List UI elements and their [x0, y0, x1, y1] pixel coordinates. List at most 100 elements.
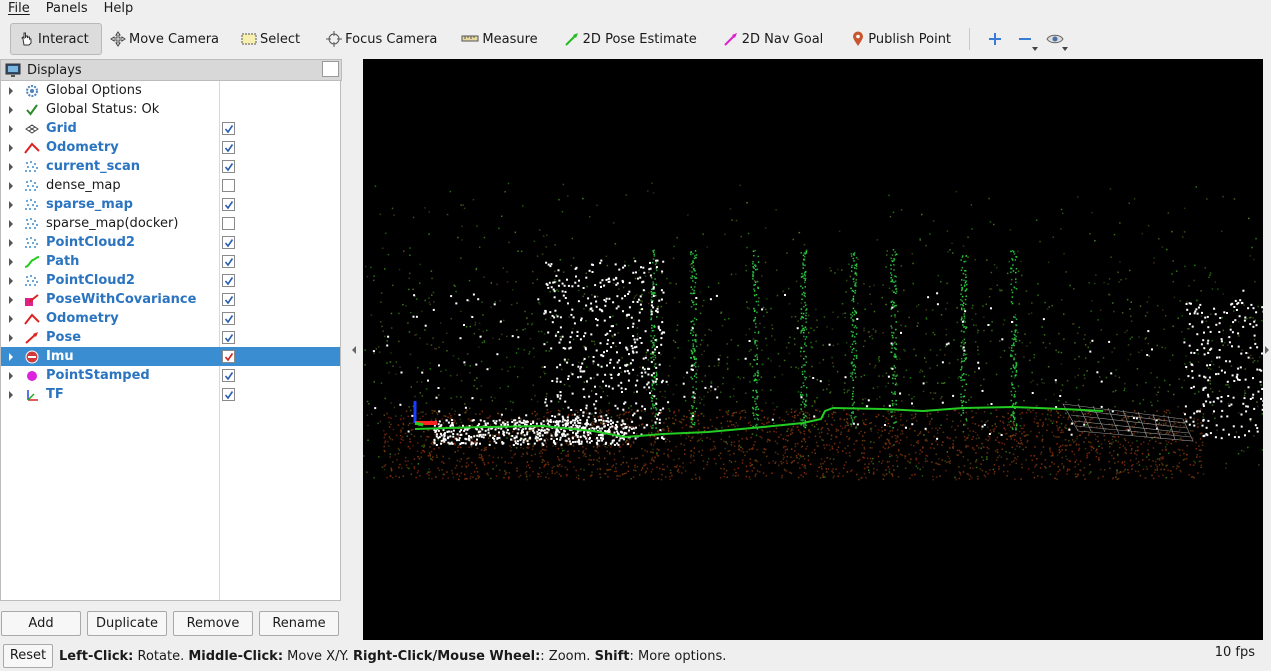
- hint-middle-click-key: Middle-Click:: [188, 648, 284, 664]
- add-button[interactable]: Add: [1, 611, 81, 636]
- displays-panel-header: Displays: [0, 59, 342, 81]
- duplicate-button[interactable]: Duplicate: [87, 611, 167, 636]
- menu-panels[interactable]: Panels: [38, 0, 96, 18]
- enable-checkbox[interactable]: [222, 388, 235, 401]
- point-stamped-icon: [23, 368, 41, 384]
- enable-checkbox[interactable]: [222, 160, 235, 173]
- pointcloud-icon: [23, 235, 41, 251]
- display-item-label: current_scan: [46, 159, 141, 174]
- expand-arrow-icon[interactable]: [9, 352, 13, 361]
- enable-checkbox[interactable]: [222, 350, 235, 363]
- menu-file[interactable]: File: [0, 0, 38, 18]
- crosshair-icon: [326, 31, 343, 47]
- display-item-odometry[interactable]: Odometry: [1, 138, 340, 157]
- expand-arrow-icon[interactable]: [9, 124, 13, 133]
- expand-arrow-icon[interactable]: [9, 295, 13, 304]
- publish-point-tool[interactable]: Publish Point: [843, 23, 959, 55]
- expand-arrow-icon[interactable]: [9, 200, 13, 209]
- enable-checkbox[interactable]: [222, 198, 235, 211]
- display-item-dense-map[interactable]: dense_map: [1, 176, 340, 195]
- measure-tool[interactable]: Measure: [453, 23, 545, 55]
- display-item-imu[interactable]: Imu: [1, 347, 340, 366]
- display-item-grid[interactable]: Grid: [1, 119, 340, 138]
- hint-left-click-text: Rotate.: [133, 648, 189, 664]
- view-options-button[interactable]: [1040, 23, 1070, 55]
- enable-checkbox[interactable]: [222, 331, 235, 344]
- displays-title: Displays: [27, 62, 82, 78]
- remove-button[interactable]: Remove: [173, 611, 253, 636]
- hint-shift-key: Shift: [594, 648, 630, 664]
- focus-camera-tool[interactable]: Focus Camera: [318, 23, 445, 55]
- eye-icon: [1046, 34, 1064, 44]
- move-camera-label: Move Camera: [129, 31, 220, 47]
- display-item-posewithcovariance[interactable]: PoseWithCovariance: [1, 290, 340, 309]
- enable-checkbox[interactable]: [222, 236, 235, 249]
- enable-checkbox[interactable]: [222, 122, 235, 135]
- expand-arrow-icon[interactable]: [9, 314, 13, 323]
- hint-right-click-text: : Zoom.: [540, 648, 595, 664]
- path-icon: [23, 254, 41, 270]
- display-item-pointstamped[interactable]: PointStamped: [1, 366, 340, 385]
- expand-arrow-icon[interactable]: [9, 143, 13, 152]
- display-item-pointcloud2[interactable]: PointCloud2: [1, 271, 340, 290]
- pointcloud-icon: [23, 159, 41, 175]
- expand-arrow-icon[interactable]: [9, 105, 13, 114]
- display-item-label: sparse_map(docker): [46, 216, 179, 231]
- expand-arrow-icon[interactable]: [9, 238, 13, 247]
- status-bar: Reset Left-Click: Rotate. Middle-Click: …: [0, 641, 1271, 671]
- enable-checkbox[interactable]: [222, 217, 235, 230]
- display-item-global-status-ok[interactable]: Global Status: Ok: [1, 100, 340, 119]
- expand-arrow-icon[interactable]: [9, 276, 13, 285]
- expand-arrow-icon[interactable]: [9, 371, 13, 380]
- display-item-label: Pose: [46, 330, 82, 345]
- display-item-label: Grid: [46, 121, 77, 136]
- display-item-global-options[interactable]: Global Options: [1, 81, 340, 100]
- tf-icon: [23, 387, 41, 403]
- display-item-label: sparse_map: [46, 197, 133, 212]
- enable-checkbox[interactable]: [222, 255, 235, 268]
- panel-splitter[interactable]: [342, 59, 362, 641]
- expand-arrow-icon[interactable]: [9, 86, 13, 95]
- rename-button[interactable]: Rename: [259, 611, 339, 636]
- enable-checkbox[interactable]: [222, 179, 235, 192]
- display-item-odometry[interactable]: Odometry: [1, 309, 340, 328]
- remove-tool-button[interactable]: [1010, 23, 1040, 55]
- reset-button[interactable]: Reset: [3, 644, 53, 668]
- add-tool-button[interactable]: [980, 23, 1010, 55]
- expand-arrow-icon[interactable]: [9, 333, 13, 342]
- select-tool[interactable]: Select: [233, 23, 308, 55]
- display-item-label: Global Status: Ok: [46, 102, 160, 117]
- display-item-pose[interactable]: Pose: [1, 328, 340, 347]
- expand-arrow-icon[interactable]: [9, 162, 13, 171]
- expand-arrow-icon[interactable]: [9, 181, 13, 190]
- enable-checkbox[interactable]: [222, 141, 235, 154]
- pose-estimate-tool[interactable]: 2D Pose Estimate: [556, 23, 705, 55]
- menu-help[interactable]: Help: [96, 0, 142, 18]
- enable-checkbox[interactable]: [222, 274, 235, 287]
- enable-checkbox[interactable]: [222, 369, 235, 382]
- expand-arrow-icon[interactable]: [9, 390, 13, 399]
- display-item-sparse-map[interactable]: sparse_map: [1, 195, 340, 214]
- expand-arrow-icon[interactable]: [9, 219, 13, 228]
- select-label: Select: [260, 31, 301, 47]
- render-viewport[interactable]: [363, 59, 1263, 640]
- pose-estimate-label: 2D Pose Estimate: [582, 31, 697, 47]
- enable-checkbox[interactable]: [222, 312, 235, 325]
- pose-icon: [23, 330, 41, 346]
- hint-middle-click-text: Move X/Y.: [283, 648, 354, 664]
- nav-goal-tool[interactable]: 2D Nav Goal: [715, 23, 832, 55]
- collapse-right-icon[interactable]: [1265, 346, 1269, 354]
- move-camera-tool[interactable]: Move Camera: [102, 23, 227, 55]
- pointcloud-icon: [23, 178, 41, 194]
- display-item-pointcloud2[interactable]: PointCloud2: [1, 233, 340, 252]
- display-item-sparse-map-docker[interactable]: sparse_map(docker): [1, 214, 340, 233]
- display-item-path[interactable]: Path: [1, 252, 340, 271]
- display-item-current-scan[interactable]: current_scan: [1, 157, 340, 176]
- display-item-tf[interactable]: TF: [1, 385, 340, 404]
- display-item-label: Imu: [46, 349, 74, 364]
- pointcloud-icon: [23, 197, 41, 213]
- panel-float-button[interactable]: [322, 61, 339, 77]
- expand-arrow-icon[interactable]: [9, 257, 13, 266]
- interact-tool[interactable]: Interact: [10, 23, 102, 55]
- enable-checkbox[interactable]: [222, 293, 235, 306]
